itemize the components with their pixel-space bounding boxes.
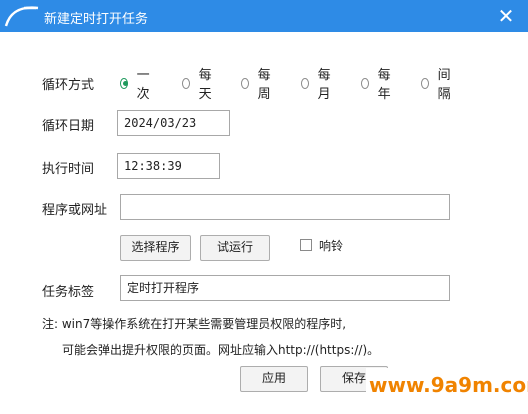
radio-interval-label: 间隔 <box>437 68 451 102</box>
radio-interval[interactable]: 间隔 <box>421 68 454 102</box>
radio-yearly-indicator <box>361 77 369 89</box>
radio-once[interactable]: 一次 <box>120 68 153 102</box>
task-tag-label: 任务标签 <box>42 285 95 300</box>
radio-daily-label: 每天 <box>198 68 212 102</box>
title-bar: 新建定时打开任务 ✕ <box>0 0 528 32</box>
radio-weekly-indicator <box>241 77 249 89</box>
time-label: 执行时间 <box>42 162 95 177</box>
radio-once-indicator <box>120 77 128 89</box>
date-input[interactable]: 2024/03/23 <box>117 110 230 136</box>
radio-yearly[interactable]: 每年 <box>361 68 394 102</box>
radio-monthly-indicator <box>301 77 309 89</box>
program-input[interactable] <box>120 194 450 220</box>
date-label: 循环日期 <box>42 119 95 134</box>
radio-monthly-label: 每月 <box>317 68 331 102</box>
note-line-1: 注: win7等操作系统在打开某些需要管理员权限的程序时, <box>42 317 347 331</box>
cycle-label: 循环方式 <box>42 78 95 93</box>
time-input[interactable]: 12:38:39 <box>117 153 220 179</box>
app-logo-icon <box>4 6 39 27</box>
radio-daily-indicator <box>182 77 190 89</box>
select-program-button[interactable]: 选择程序 <box>120 235 191 261</box>
task-tag-input[interactable]: 定时打开程序 <box>120 275 450 301</box>
window-title: 新建定时打开任务 <box>44 12 149 27</box>
radio-monthly[interactable]: 每月 <box>301 68 334 102</box>
program-label: 程序或网址 <box>42 203 108 218</box>
radio-weekly-label: 每周 <box>257 68 271 102</box>
test-run-button[interactable]: 试运行 <box>200 235 270 261</box>
radio-interval-indicator <box>421 77 429 89</box>
ring-label: 响铃 <box>319 239 344 253</box>
radio-daily[interactable]: 每天 <box>182 68 215 102</box>
ring-checkbox[interactable] <box>300 239 312 251</box>
radio-once-label: 一次 <box>136 68 150 102</box>
radio-weekly[interactable]: 每周 <box>241 68 274 102</box>
apply-button[interactable]: 应用 <box>240 366 308 392</box>
close-icon[interactable]: ✕ <box>494 4 518 28</box>
site-watermark: www.9a9m.com <box>366 368 528 402</box>
radio-yearly-label: 每年 <box>377 68 391 102</box>
note-line-2: 可能会弹出提升权限的页面。网址应输入http://(https://)。 <box>62 343 380 357</box>
